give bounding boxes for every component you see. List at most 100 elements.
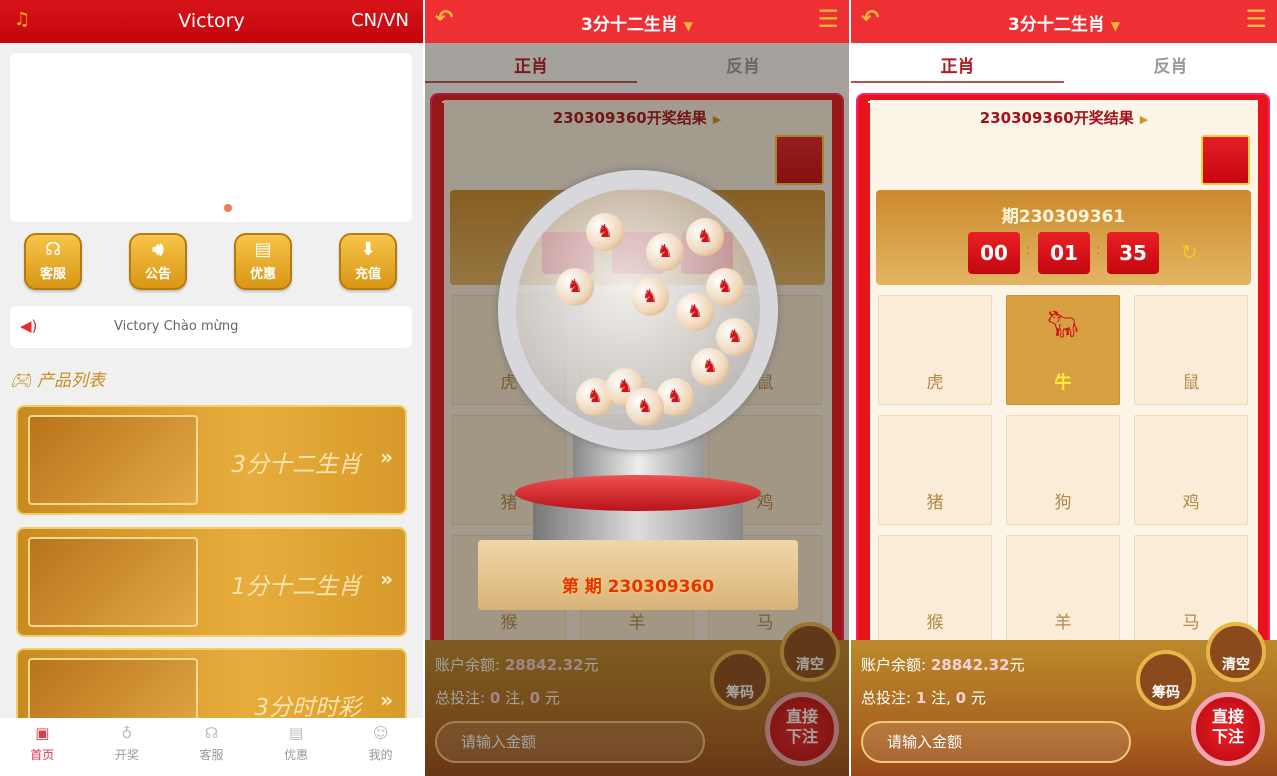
carousel-dot[interactable] [224, 204, 232, 212]
zodiac-label: 牛 [1054, 373, 1072, 393]
ox-icon: 🐂︎ [1046, 310, 1080, 340]
product-name: 3分时时彩 [254, 695, 361, 721]
nav-label: 客服 [199, 748, 224, 762]
bet-bar: 账户余额: 28842.32元 总投注: 1 注, 0 元 请输入金额 筹码 清… [851, 622, 1277, 776]
game-title: 3分十二生肖 [581, 15, 678, 35]
zodiac-cell[interactable]: 虎 [878, 295, 992, 405]
bottom-nav: ▣ 首页 ♁ 开奖 ☊ 客服 ▤ 优惠 ☺ 我的 [0, 718, 423, 776]
download-icon: ⬇ [360, 239, 376, 260]
language-switch[interactable]: CN/VN [351, 10, 409, 31]
zodiac-ball: ♞ [556, 268, 594, 306]
notice-bar[interactable]: ◀) Victory Chào mừng [10, 306, 412, 348]
chevrons-icon: » [380, 445, 393, 469]
result-box [1201, 135, 1250, 185]
zodiac-cell[interactable]: 猴 [878, 535, 992, 645]
tiger-image [28, 415, 198, 505]
game-title-dropdown[interactable]: 3分十二生肖 ▼ [425, 10, 849, 35]
tab-fanxiao[interactable]: 反肖 [1064, 43, 1277, 83]
zodiac-cell[interactable]: 猪 [878, 415, 992, 525]
total-bet-line: 总投注: 1 注, 0 元 [861, 687, 986, 708]
home-icon: ▣ [35, 724, 50, 742]
refresh-icon[interactable]: ↻ [1181, 240, 1198, 264]
zodiac-cell[interactable]: 羊 [1006, 535, 1120, 645]
nav-home[interactable]: ▣ 首页 [0, 718, 85, 776]
product-list-title: 🎮︎ 产品列表 [10, 366, 105, 391]
menu-icon[interactable]: ☰ [817, 5, 839, 33]
game-title: 3分十二生肖 [1008, 15, 1105, 35]
place-bet-button[interactable]: 直接下注 [1191, 692, 1265, 766]
product-card[interactable]: 1分十二生肖 » [16, 527, 407, 637]
nav-label: 优惠 [284, 748, 309, 762]
caret-down-icon: ▼ [683, 19, 693, 33]
amount-input[interactable]: 请输入金额 [861, 721, 1131, 763]
play-arrow-icon: ▶ [1139, 113, 1149, 126]
tab-bar: 正肖 反肖 [851, 43, 1277, 83]
customer-service-button[interactable]: ☊ 客服 [24, 233, 82, 290]
result-title: 230309360开奖结果 [979, 109, 1134, 127]
currency: 元 [970, 689, 986, 707]
countdown-seconds: 35 [1107, 232, 1159, 274]
zodiac-ball: ♞ [676, 293, 714, 331]
promotion-button[interactable]: ▤ 优惠 [234, 233, 292, 290]
label: 公告 [144, 267, 171, 282]
machine-dish [515, 475, 761, 511]
countdown-panel: 期230309361 00 : 01 : 35 ↻ [876, 190, 1251, 285]
game-title-dropdown[interactable]: 3分十二生肖 ▼ [851, 10, 1277, 35]
dragon-image [28, 537, 198, 627]
countdown-hours: 00 [968, 232, 1020, 274]
zodiac-ball: ♞ [631, 278, 669, 316]
chevrons-icon: » [380, 567, 393, 591]
headset-icon: ☊ [204, 724, 219, 742]
draw-period-plaque: 第 期 230309360 [478, 540, 798, 610]
zodiac-ball: ♞ [586, 213, 624, 251]
user-icon: ☺ [372, 724, 389, 742]
headset-icon: ☊ [45, 239, 61, 260]
zodiac-cell[interactable]: 🐂︎ 牛 [1006, 295, 1120, 405]
announcement-button[interactable]: 🔊︎ 公告 [129, 233, 187, 290]
total-bet-label: 总投注: [861, 689, 912, 707]
nav-label: 开奖 [114, 748, 139, 762]
product-name: 3分十二生肖 [231, 452, 361, 478]
zodiac-cell[interactable]: 鼠 [1134, 295, 1248, 405]
banner-carousel[interactable] [10, 53, 412, 222]
result-link[interactable]: 230309360开奖结果 ▶ [851, 107, 1277, 128]
balance-value: 28842.32 [930, 656, 1010, 674]
bet-unit: 注, [931, 689, 951, 707]
clear-button[interactable]: 清空 [1206, 622, 1266, 682]
zodiac-ball: ♞ [626, 388, 664, 426]
separator: : [1096, 242, 1101, 258]
home-header: ♫ Victory CN/VN [0, 0, 423, 43]
product-card[interactable]: 3分十二生肖 » [16, 405, 407, 515]
zodiac-ball: ♞ [646, 233, 684, 271]
zodiac-cell[interactable]: 鸡 [1134, 415, 1248, 525]
tab-zhengxiao[interactable]: 正肖 [851, 43, 1064, 83]
home-screen: ♫ Victory CN/VN ☊ 客服 🔊︎ 公告 ▤ 优惠 ⬇ 充值 ◀) Vict… [0, 0, 423, 776]
zodiac-ball: ♞ [706, 268, 744, 306]
label: 优惠 [249, 267, 276, 282]
menu-icon[interactable]: ☰ [1245, 5, 1267, 33]
chips-button[interactable]: 筹码 [1136, 650, 1196, 710]
balance-label: 账户余额: [861, 656, 927, 674]
label: 客服 [39, 267, 66, 282]
nav-mine[interactable]: ☺ 我的 [338, 718, 423, 776]
zodiac-label: 鼠 [1182, 373, 1200, 393]
recharge-button[interactable]: ⬇ 充值 [339, 233, 397, 290]
nav-service[interactable]: ☊ 客服 [169, 718, 254, 776]
nav-label: 我的 [368, 748, 393, 762]
nav-draw[interactable]: ♁ 开奖 [85, 718, 170, 776]
currency: 元 [1009, 656, 1025, 674]
separator: : [1026, 242, 1031, 258]
game-screen: ↶ 3分十二生肖 ▼ ☰ 正肖 反肖 230309360开奖结果 ▶ 期23030… [851, 0, 1277, 776]
zodiac-cell[interactable]: 狗 [1006, 415, 1120, 525]
product-name: 1分十二生肖 [231, 574, 361, 600]
zodiac-ball: ♞ [716, 318, 754, 356]
trophy-icon: ♁ [121, 724, 133, 742]
zodiac-label: 狗 [1054, 493, 1072, 513]
balance-line: 账户余额: 28842.32元 [861, 654, 1025, 675]
nav-promo[interactable]: ▤ 优惠 [254, 718, 339, 776]
game-header: ↶ 3分十二生肖 ▼ ☰ [425, 0, 849, 43]
zodiac-ball: ♞ [686, 218, 724, 256]
zodiac-label: 猴 [926, 613, 944, 633]
period-number: 期230309361 [1001, 207, 1126, 227]
zodiac-label: 鸡 [1182, 493, 1200, 513]
